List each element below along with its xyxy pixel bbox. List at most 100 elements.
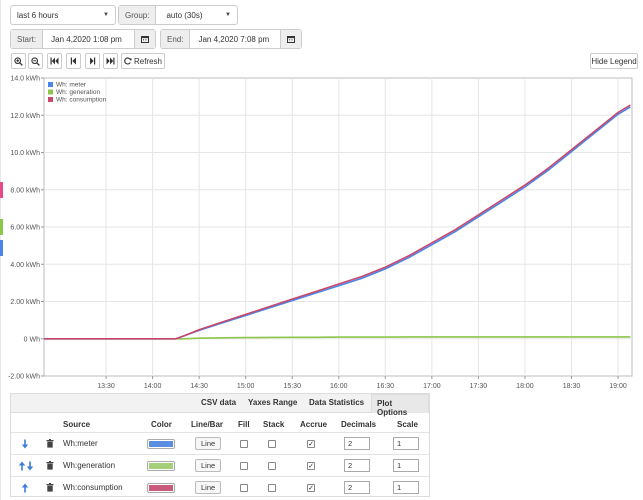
x-tick-label: 17:30 bbox=[470, 383, 488, 390]
step-forward-button[interactable] bbox=[85, 53, 100, 69]
source-name: Wh:consumption bbox=[63, 483, 123, 492]
fill-checkbox[interactable] bbox=[240, 461, 248, 470]
plot-options-panel: CSV data Yaxes Range Data Statistics Plo… bbox=[10, 393, 430, 497]
x-tick-label: 13:30 bbox=[97, 383, 115, 390]
y-tick-label: 14.0 kWh bbox=[10, 76, 40, 83]
x-tick-label: 14:00 bbox=[144, 383, 162, 390]
y-tick-label: 4.00 kWh bbox=[10, 262, 40, 269]
line-bar-toggle[interactable]: Line bbox=[195, 481, 222, 494]
move-down-icon[interactable] bbox=[21, 433, 29, 454]
scale-input[interactable]: 1 bbox=[393, 459, 419, 472]
hide-legend-label: Hide Legend bbox=[591, 56, 637, 66]
refresh-label: Refresh bbox=[133, 56, 162, 66]
end-label: End: bbox=[161, 30, 191, 48]
x-tick-label: 18:00 bbox=[516, 383, 534, 390]
legend-swatch bbox=[48, 82, 53, 87]
x-tick-label: 18:30 bbox=[563, 383, 581, 390]
fill-checkbox[interactable] bbox=[240, 439, 248, 448]
panel-tab-bar: CSV data Yaxes Range Data Statistics Plo… bbox=[11, 394, 429, 417]
y-tick-label: 10.0 kWh bbox=[10, 150, 40, 157]
source-name: Wh:meter bbox=[63, 439, 98, 448]
stack-checkbox[interactable] bbox=[268, 461, 276, 470]
scale-input[interactable]: 1 bbox=[393, 437, 419, 450]
skip-forward-button[interactable] bbox=[103, 53, 118, 69]
skip-back-button[interactable] bbox=[47, 53, 62, 69]
move-up-icon[interactable] bbox=[21, 477, 29, 498]
swatch-fill bbox=[149, 462, 173, 469]
x-tick-label: 14:30 bbox=[190, 383, 208, 390]
group-value: auto (30s) bbox=[166, 10, 203, 20]
calendar-icon[interactable] bbox=[280, 30, 301, 48]
column-stack: Stack bbox=[263, 420, 285, 429]
x-tick-label: 15:30 bbox=[283, 383, 301, 390]
accrue-checkbox[interactable]: ✓ bbox=[307, 439, 315, 448]
hide-legend-button[interactable]: Hide Legend bbox=[590, 53, 638, 69]
zoom-out-icon bbox=[31, 56, 40, 66]
decimals-input[interactable]: 2 bbox=[344, 481, 370, 494]
source-name: Wh:generation bbox=[63, 461, 116, 470]
color-swatch[interactable] bbox=[147, 433, 175, 454]
refresh-button[interactable]: Refresh bbox=[121, 53, 165, 69]
column-source: Source bbox=[63, 420, 91, 429]
calendar-icon[interactable] bbox=[134, 30, 155, 48]
legend-swatch bbox=[48, 89, 53, 95]
column-decimals: Decimals bbox=[341, 420, 377, 429]
step-forward-icon bbox=[90, 57, 96, 65]
tab-plot-options[interactable]: Plot Options bbox=[371, 394, 429, 417]
trash-icon[interactable] bbox=[46, 477, 54, 498]
scale-input[interactable]: 1 bbox=[393, 481, 419, 494]
group-select[interactable]: Group: auto (30s) ▼ bbox=[118, 5, 238, 25]
end-value[interactable]: Jan 4,2020 7:08 pm bbox=[190, 35, 280, 44]
color-swatch[interactable] bbox=[147, 455, 175, 476]
time-range-select[interactable]: last 6 hours ▼ bbox=[10, 5, 116, 25]
end-date-field[interactable]: End: Jan 4,2020 7:08 pm bbox=[160, 29, 302, 49]
y-tick-label: -2.00 kWh bbox=[8, 374, 40, 381]
x-tick-label: 19:00 bbox=[609, 383, 627, 390]
trash-icon[interactable] bbox=[46, 455, 54, 476]
group-label: Group: bbox=[119, 6, 157, 24]
legend-label: Wh: meter bbox=[56, 82, 87, 89]
tab-csv-data[interactable]: CSV data bbox=[201, 398, 236, 407]
column-line-bar: Line/Bar bbox=[191, 420, 224, 429]
y-tick-label: 0 Wh bbox=[24, 336, 40, 343]
x-tick-label: 16:30 bbox=[377, 383, 395, 390]
column-color: Color bbox=[151, 420, 172, 429]
x-tick-label: 16:00 bbox=[330, 383, 348, 390]
color-swatch[interactable] bbox=[147, 477, 175, 498]
accrue-checkbox[interactable]: ✓ bbox=[307, 461, 315, 470]
decimals-input[interactable]: 2 bbox=[344, 459, 370, 472]
step-back-icon bbox=[70, 57, 76, 65]
x-tick-label: 15:00 bbox=[237, 383, 255, 390]
chevron-down-icon: ▼ bbox=[103, 12, 109, 18]
line-bar-toggle[interactable]: Line bbox=[195, 437, 222, 450]
trash-icon[interactable] bbox=[46, 433, 54, 454]
start-label: Start: bbox=[11, 30, 44, 48]
decimals-input[interactable]: 2 bbox=[344, 437, 370, 450]
stack-checkbox[interactable] bbox=[268, 439, 276, 448]
zoom-in-button[interactable] bbox=[11, 53, 26, 69]
move-up-down-icon[interactable] bbox=[18, 455, 34, 476]
skip-back-icon bbox=[50, 57, 59, 65]
chevron-down-icon: ▼ bbox=[225, 12, 231, 18]
skip-forward-icon bbox=[106, 57, 115, 65]
stack-checkbox[interactable] bbox=[268, 483, 276, 492]
start-value[interactable]: Jan 4,2020 1:08 pm bbox=[43, 35, 134, 44]
line-bar-toggle[interactable]: Line bbox=[195, 459, 222, 472]
energy-line-chart[interactable]: -2.00 kWh 0 Wh 2.00 kWh 4.00 kWh 6.00 kWh 8.0… bbox=[0, 70, 643, 390]
table-row: Wh:meter Line ✓ 2 1 bbox=[11, 432, 429, 453]
fill-checkbox[interactable] bbox=[240, 483, 248, 492]
table-row: Wh:generation Line ✓ 2 1 bbox=[11, 454, 429, 475]
column-fill: Fill bbox=[238, 420, 250, 429]
time-range-value: last 6 hours bbox=[17, 10, 59, 20]
column-accrue: Accrue bbox=[300, 420, 328, 429]
legend-label: Wh: consumption bbox=[56, 97, 107, 104]
step-back-button[interactable] bbox=[66, 53, 81, 69]
legend-swatch bbox=[48, 97, 53, 102]
tab-yaxes-range[interactable]: Yaxes Range bbox=[248, 398, 297, 407]
accrue-checkbox[interactable]: ✓ bbox=[307, 483, 315, 492]
y-tick-label: 12.0 kWh bbox=[10, 113, 40, 120]
start-date-field[interactable]: Start: Jan 4,2020 1:08 pm bbox=[10, 29, 156, 49]
table-row: Wh:consumption Line ✓ 2 1 bbox=[11, 476, 429, 497]
tab-data-statistics[interactable]: Data Statistics bbox=[309, 398, 364, 407]
zoom-out-button[interactable] bbox=[28, 53, 43, 69]
